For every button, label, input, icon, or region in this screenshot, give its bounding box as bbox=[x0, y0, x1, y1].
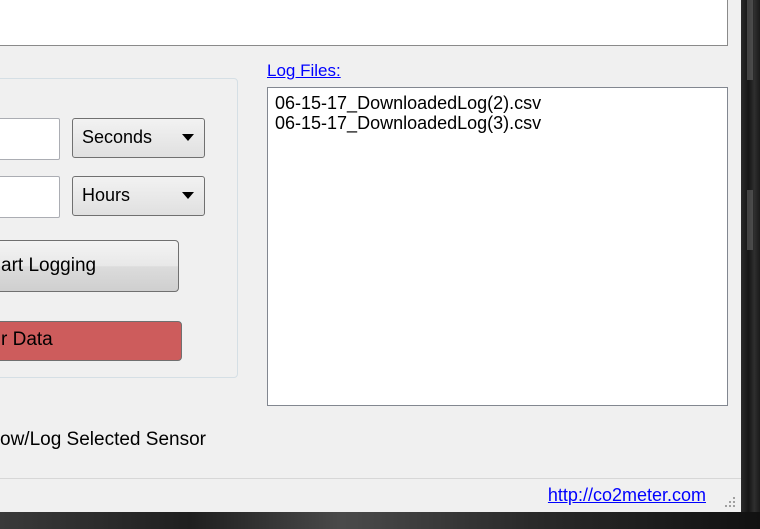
clear-data-button[interactable]: r Data bbox=[0, 321, 182, 361]
interval-unit-select[interactable]: Seconds bbox=[72, 118, 205, 158]
show-log-selected-sensor-checkbox[interactable]: ow/Log Selected Sensor bbox=[0, 429, 206, 451]
window-frame-bottom bbox=[0, 512, 760, 529]
duration-unit-select[interactable]: Hours bbox=[72, 176, 205, 216]
resize-grip-icon[interactable] bbox=[721, 493, 735, 507]
start-logging-label: art Logging bbox=[1, 255, 97, 276]
show-log-selected-sensor-label: ow/Log Selected Sensor bbox=[0, 429, 206, 450]
interval-unit-value: Seconds bbox=[82, 127, 153, 147]
chevron-down-icon bbox=[182, 134, 194, 141]
frame-highlight bbox=[747, 190, 753, 250]
co2meter-link[interactable]: http://co2meter.com bbox=[548, 485, 706, 506]
list-item[interactable]: 06-15-17_DownloadedLog(3).csv bbox=[275, 113, 727, 133]
window-frame-right bbox=[741, 0, 760, 529]
output-textarea[interactable] bbox=[0, 0, 728, 46]
log-files-link[interactable]: Log Files: bbox=[267, 61, 341, 81]
duration-unit-value: Hours bbox=[82, 185, 131, 205]
status-bar: http://co2meter.com bbox=[0, 478, 741, 512]
log-files-listbox[interactable]: 06-15-17_DownloadedLog(2).csv 06-15-17_D… bbox=[267, 87, 728, 406]
start-logging-button[interactable]: art Logging bbox=[0, 240, 179, 292]
chevron-down-icon bbox=[182, 192, 194, 199]
clear-data-label: r Data bbox=[1, 329, 53, 350]
interval-input[interactable] bbox=[0, 118, 60, 160]
duration-input[interactable] bbox=[0, 176, 60, 218]
frame-highlight bbox=[747, 0, 753, 80]
list-item[interactable]: 06-15-17_DownloadedLog(2).csv bbox=[275, 93, 727, 113]
main-window: Seconds Hours art Logging r Data ow/Log … bbox=[0, 0, 741, 512]
